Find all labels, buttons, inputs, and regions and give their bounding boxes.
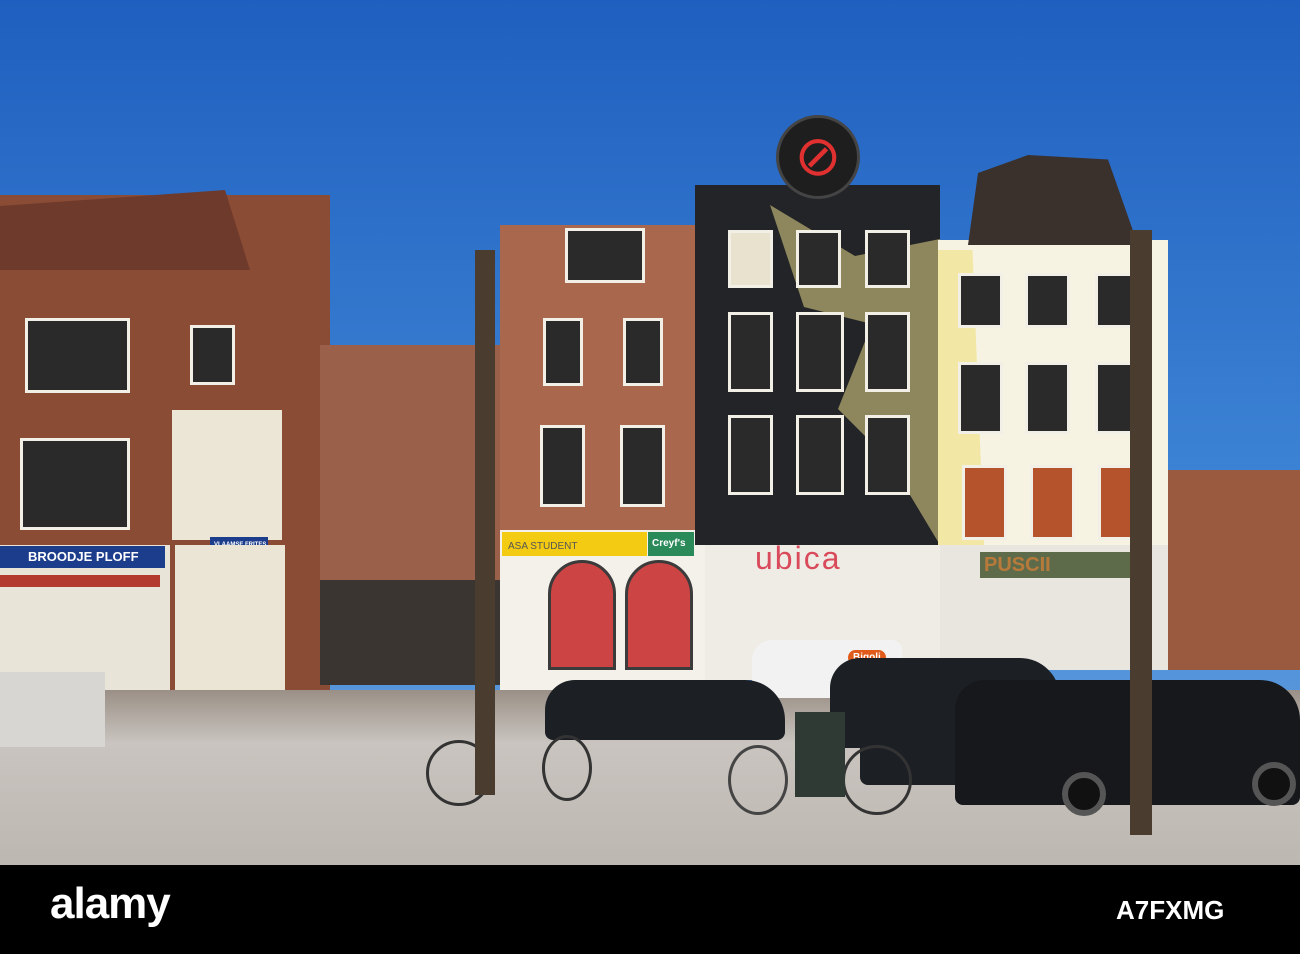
sign-asa-student: ASA STUDENT — [502, 532, 647, 556]
sign-creyfs: Creyf's — [648, 532, 694, 556]
sign-puscii: PUSCII — [980, 552, 1130, 578]
sign-broodje-ploff: BROODJE PLOFF — [0, 546, 165, 568]
street-photo: BROODJE PLOFF VLAAMSE FRITES ASA STUDENT… — [0, 0, 1300, 865]
parked-car — [955, 680, 1300, 805]
watermark-bar: alamy A7FXMG — [0, 865, 1300, 954]
parked-car — [545, 680, 785, 740]
bicycle — [728, 745, 788, 815]
bicycle — [542, 735, 592, 801]
alamy-logo: alamy — [50, 879, 171, 928]
tree-trunk — [475, 250, 495, 795]
sign-ubica: ubica — [755, 540, 842, 576]
tree-trunk — [1130, 230, 1152, 835]
trash-bin — [795, 712, 845, 797]
neon-sign-disc: ⊘ — [776, 115, 860, 199]
image-code: A7FXMG — [1116, 895, 1225, 925]
bicycle — [842, 745, 912, 815]
